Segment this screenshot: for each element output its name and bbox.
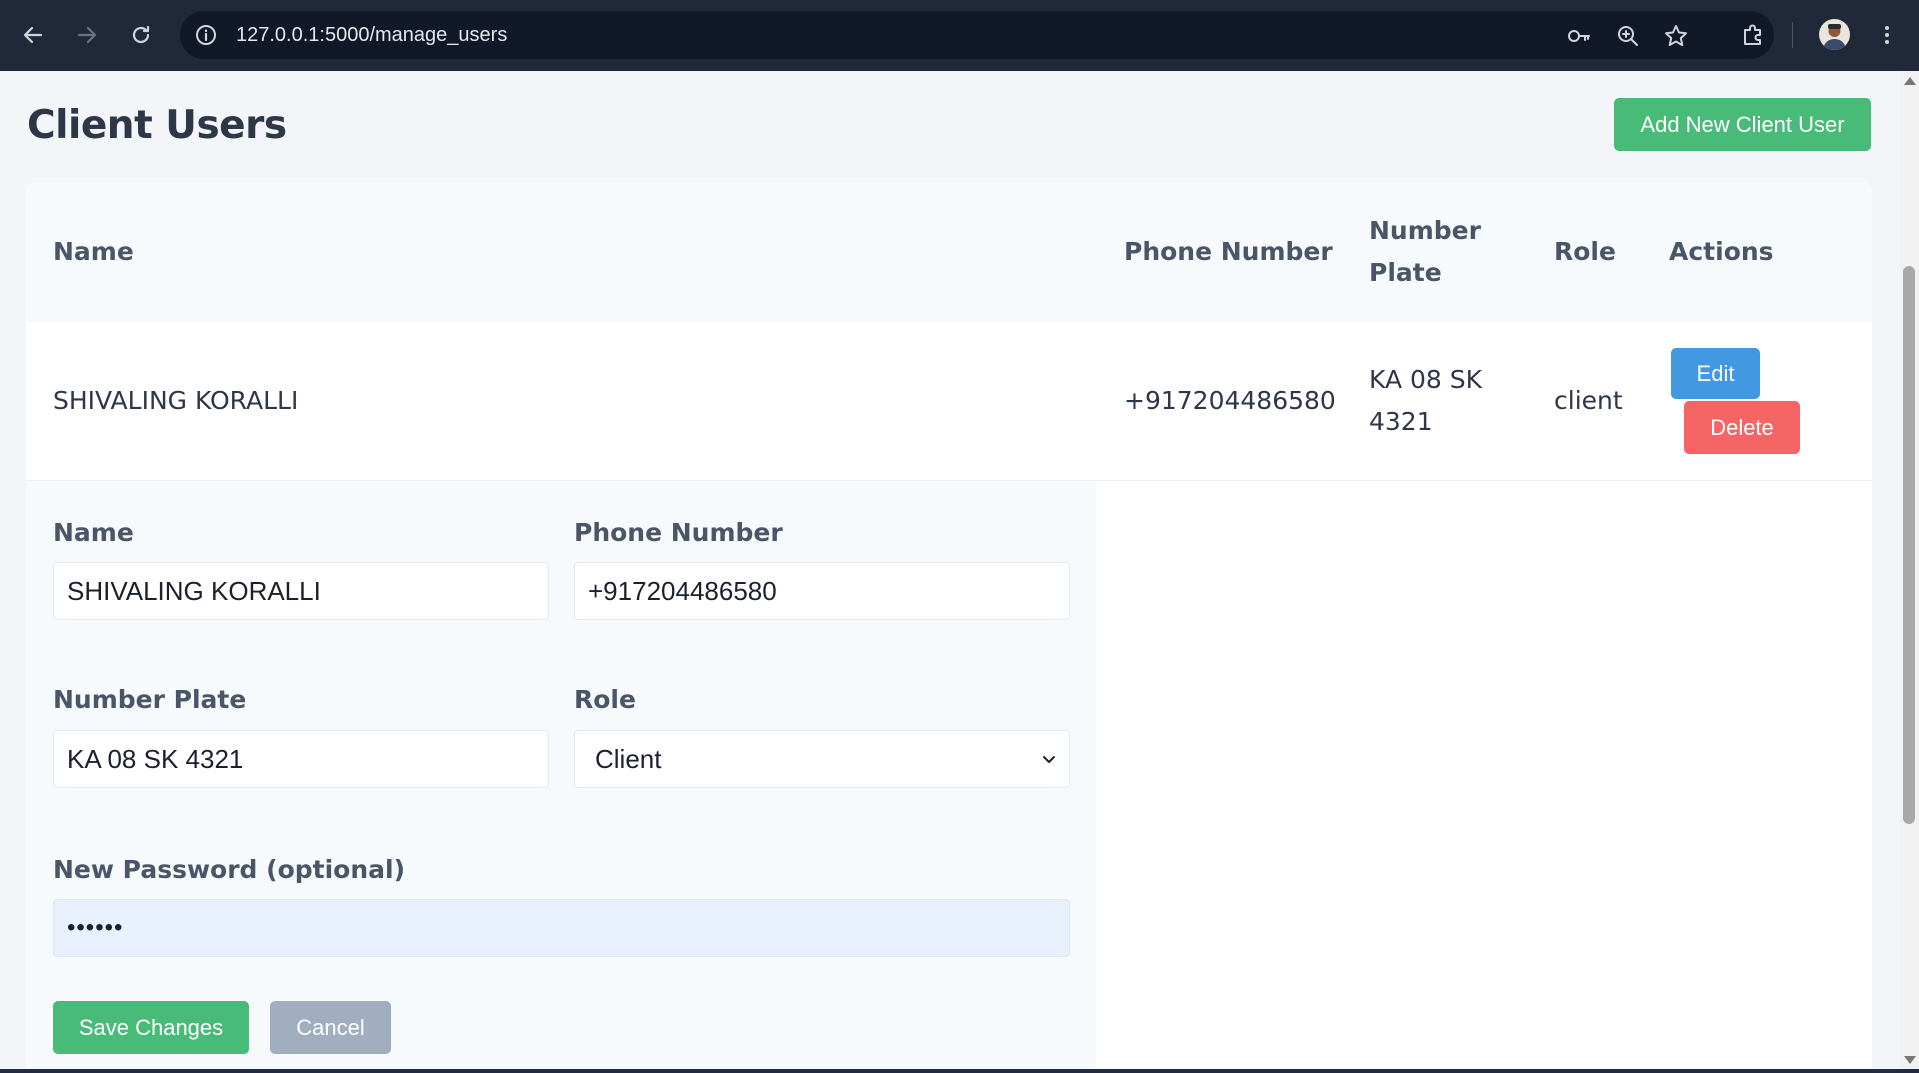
address-bar[interactable]: 127.0.0.1:5000/manage_users <box>180 11 1774 59</box>
browser-toolbar: 127.0.0.1:5000/manage_users <box>0 0 1919 71</box>
header-phone: Phone Number <box>1124 237 1333 266</box>
name-label: Name <box>53 518 134 547</box>
key-icon[interactable] <box>1566 23 1592 49</box>
arrow-right-icon <box>77 26 97 44</box>
add-client-user-button[interactable]: Add New Client User <box>1614 98 1871 151</box>
arrow-left-icon <box>23 26 43 44</box>
users-table-card: Name Phone Number Number Plate Role Acti… <box>26 182 1872 1069</box>
scroll-down-arrow-icon[interactable] <box>1904 1056 1916 1064</box>
cell-phone: +917204486580 <box>1124 386 1336 415</box>
cancel-button[interactable]: Cancel <box>270 1001 391 1054</box>
role-select[interactable]: Client <box>574 730 1070 788</box>
reload-icon <box>132 25 150 44</box>
header-plate-line1: Number <box>1369 216 1481 245</box>
edit-user-form: Name SHIVALING KORALLI Phone Number +917… <box>26 481 1096 1069</box>
toolbar-separator <box>1792 22 1793 48</box>
back-button[interactable] <box>16 18 50 52</box>
cell-name: SHIVALING KORALLI <box>53 386 299 415</box>
reload-button[interactable] <box>124 18 158 52</box>
taskbar-strip <box>0 1069 1919 1073</box>
page-viewport: Client Users Add New Client User Name Ph… <box>0 71 1919 1069</box>
header-actions: Actions <box>1669 237 1774 266</box>
extensions-button[interactable] <box>1736 18 1770 52</box>
password-label: New Password (optional) <box>53 855 406 884</box>
info-icon[interactable] <box>194 23 218 47</box>
edit-button[interactable]: Edit <box>1671 348 1760 399</box>
table-header: Name Phone Number Number Plate Role Acti… <box>26 182 1872 322</box>
forward-button[interactable] <box>70 18 104 52</box>
browser-menu-button[interactable] <box>1870 18 1904 52</box>
header-plate-line2: Plate <box>1369 258 1442 287</box>
cell-plate-line2: 4321 <box>1369 407 1433 436</box>
header-name: Name <box>53 237 134 266</box>
star-icon[interactable] <box>1663 23 1689 49</box>
plate-label: Number Plate <box>53 685 247 714</box>
phone-input[interactable]: +917204486580 <box>574 562 1070 620</box>
cell-plate-line1: KA 08 SK <box>1369 365 1483 394</box>
phone-label: Phone Number <box>574 518 783 547</box>
page-scrollbar[interactable] <box>1900 71 1919 1069</box>
header-role: Role <box>1554 237 1616 266</box>
name-input[interactable]: SHIVALING KORALLI <box>53 562 549 620</box>
save-changes-button[interactable]: Save Changes <box>53 1001 249 1054</box>
puzzle-icon <box>1744 24 1761 45</box>
delete-button[interactable]: Delete <box>1684 401 1800 454</box>
page-title: Client Users <box>27 103 287 148</box>
zoom-icon[interactable] <box>1615 23 1641 49</box>
scroll-up-arrow-icon[interactable] <box>1904 77 1916 85</box>
person-icon <box>1823 24 1846 50</box>
plate-input[interactable]: KA 08 SK 4321 <box>53 730 549 788</box>
role-select-value: Client <box>595 743 662 774</box>
role-label: Role <box>574 685 636 714</box>
url-text[interactable]: 127.0.0.1:5000/manage_users <box>236 24 507 47</box>
scrollbar-thumb[interactable] <box>1903 266 1915 824</box>
profile-avatar[interactable] <box>1819 19 1850 50</box>
password-input[interactable]: •••••• <box>53 899 1070 957</box>
cell-role: client <box>1554 386 1623 415</box>
kebab-menu-icon <box>1885 26 1889 44</box>
table-row: SHIVALING KORALLI +917204486580 KA 08 SK… <box>26 322 1872 481</box>
chevron-down-icon <box>1043 756 1055 763</box>
